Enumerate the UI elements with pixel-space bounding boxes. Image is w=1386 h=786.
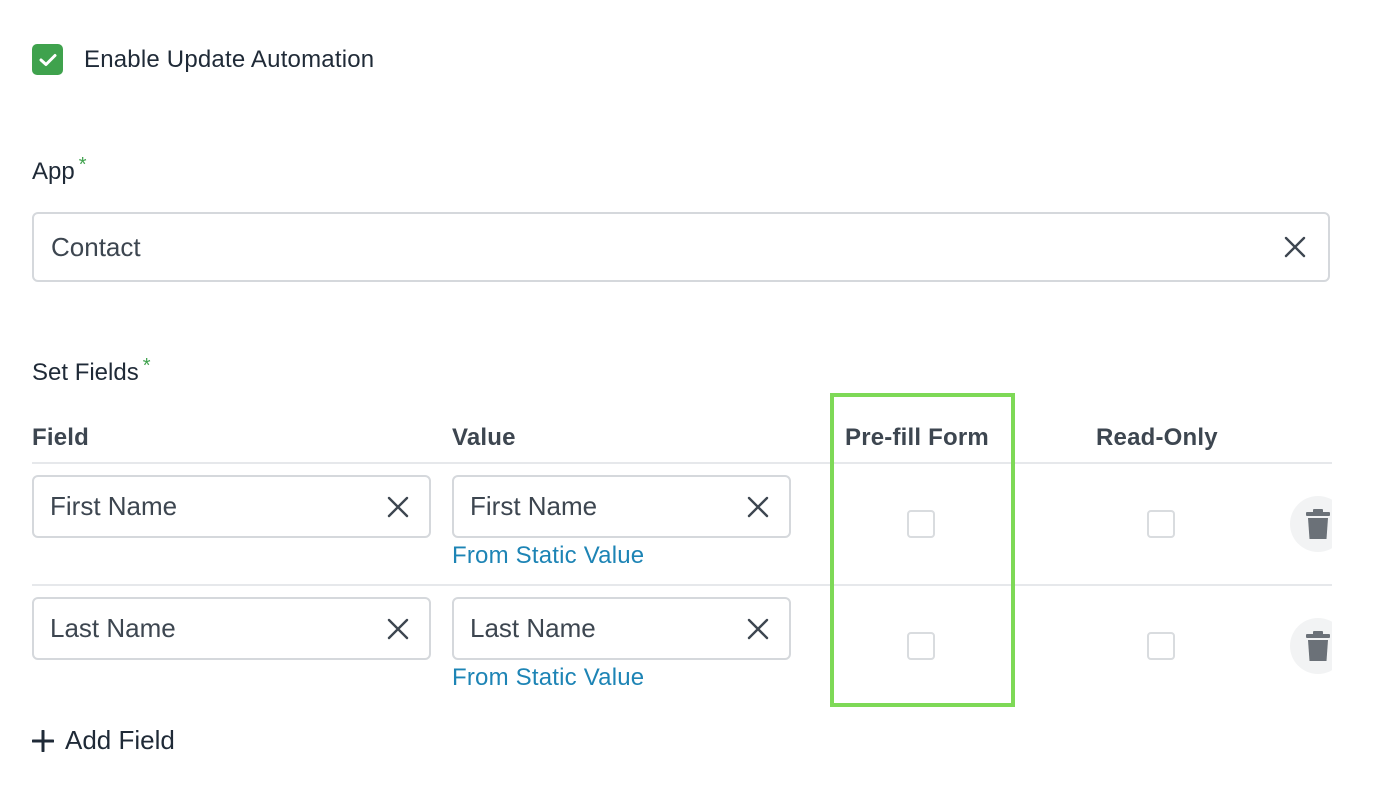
row-divider xyxy=(32,584,1332,586)
app-label: App * xyxy=(32,154,87,186)
field-select-value: First Name xyxy=(50,491,178,521)
enable-label: Enable Update Automation xyxy=(84,45,375,73)
value-select-value: Last Name xyxy=(470,613,596,643)
close-icon xyxy=(387,618,409,639)
from-static-value-link[interactable]: From Static Value xyxy=(452,542,644,570)
field-clear-button[interactable] xyxy=(383,614,413,644)
close-icon xyxy=(1284,236,1306,258)
readonly-checkbox-row-2[interactable] xyxy=(1147,632,1175,660)
app-select[interactable]: Contact xyxy=(32,212,1330,282)
trash-icon xyxy=(1306,509,1330,539)
header-divider xyxy=(32,462,1332,464)
required-mark: * xyxy=(78,154,87,176)
app-clear-button[interactable] xyxy=(1280,232,1310,262)
app-label-text: App xyxy=(32,158,75,185)
plus-icon xyxy=(32,729,54,752)
required-mark: * xyxy=(142,355,151,377)
enable-update-automation-toggle[interactable]: Enable Update Automation xyxy=(32,44,374,75)
field-select-value: Last Name xyxy=(50,613,176,643)
column-header-prefill: Pre-fill Form xyxy=(845,424,989,451)
value-select-row-1[interactable]: First Name xyxy=(452,475,791,538)
field-select-row-1[interactable]: First Name xyxy=(32,475,431,538)
check-icon xyxy=(39,53,56,66)
column-header-value: Value xyxy=(452,424,516,451)
column-header-field: Field xyxy=(32,424,90,451)
column-header-readonly: Read-Only xyxy=(1096,424,1218,451)
from-static-value-link[interactable]: From Static Value xyxy=(452,664,644,692)
set-fields-label-text: Set Fields xyxy=(32,359,139,386)
enable-checkbox[interactable] xyxy=(32,44,63,75)
right-edge-mask xyxy=(1332,460,1386,720)
close-icon xyxy=(747,496,769,517)
value-select-value: First Name xyxy=(470,491,598,521)
value-clear-button[interactable] xyxy=(743,492,773,522)
value-select-row-2[interactable]: Last Name xyxy=(452,597,791,660)
prefill-checkbox-row-1[interactable] xyxy=(907,510,935,538)
close-icon xyxy=(387,496,409,517)
value-clear-button[interactable] xyxy=(743,614,773,644)
field-clear-button[interactable] xyxy=(383,492,413,522)
prefill-checkbox-row-2[interactable] xyxy=(907,632,935,660)
app-select-value: Contact xyxy=(51,231,141,262)
field-select-row-2[interactable]: Last Name xyxy=(32,597,431,660)
add-field-button[interactable]: Add Field xyxy=(32,725,175,756)
readonly-checkbox-row-1[interactable] xyxy=(1147,510,1175,538)
close-icon xyxy=(747,618,769,639)
trash-icon xyxy=(1306,631,1330,661)
set-fields-label: Set Fields * xyxy=(32,355,151,387)
add-field-label: Add Field xyxy=(65,725,175,755)
